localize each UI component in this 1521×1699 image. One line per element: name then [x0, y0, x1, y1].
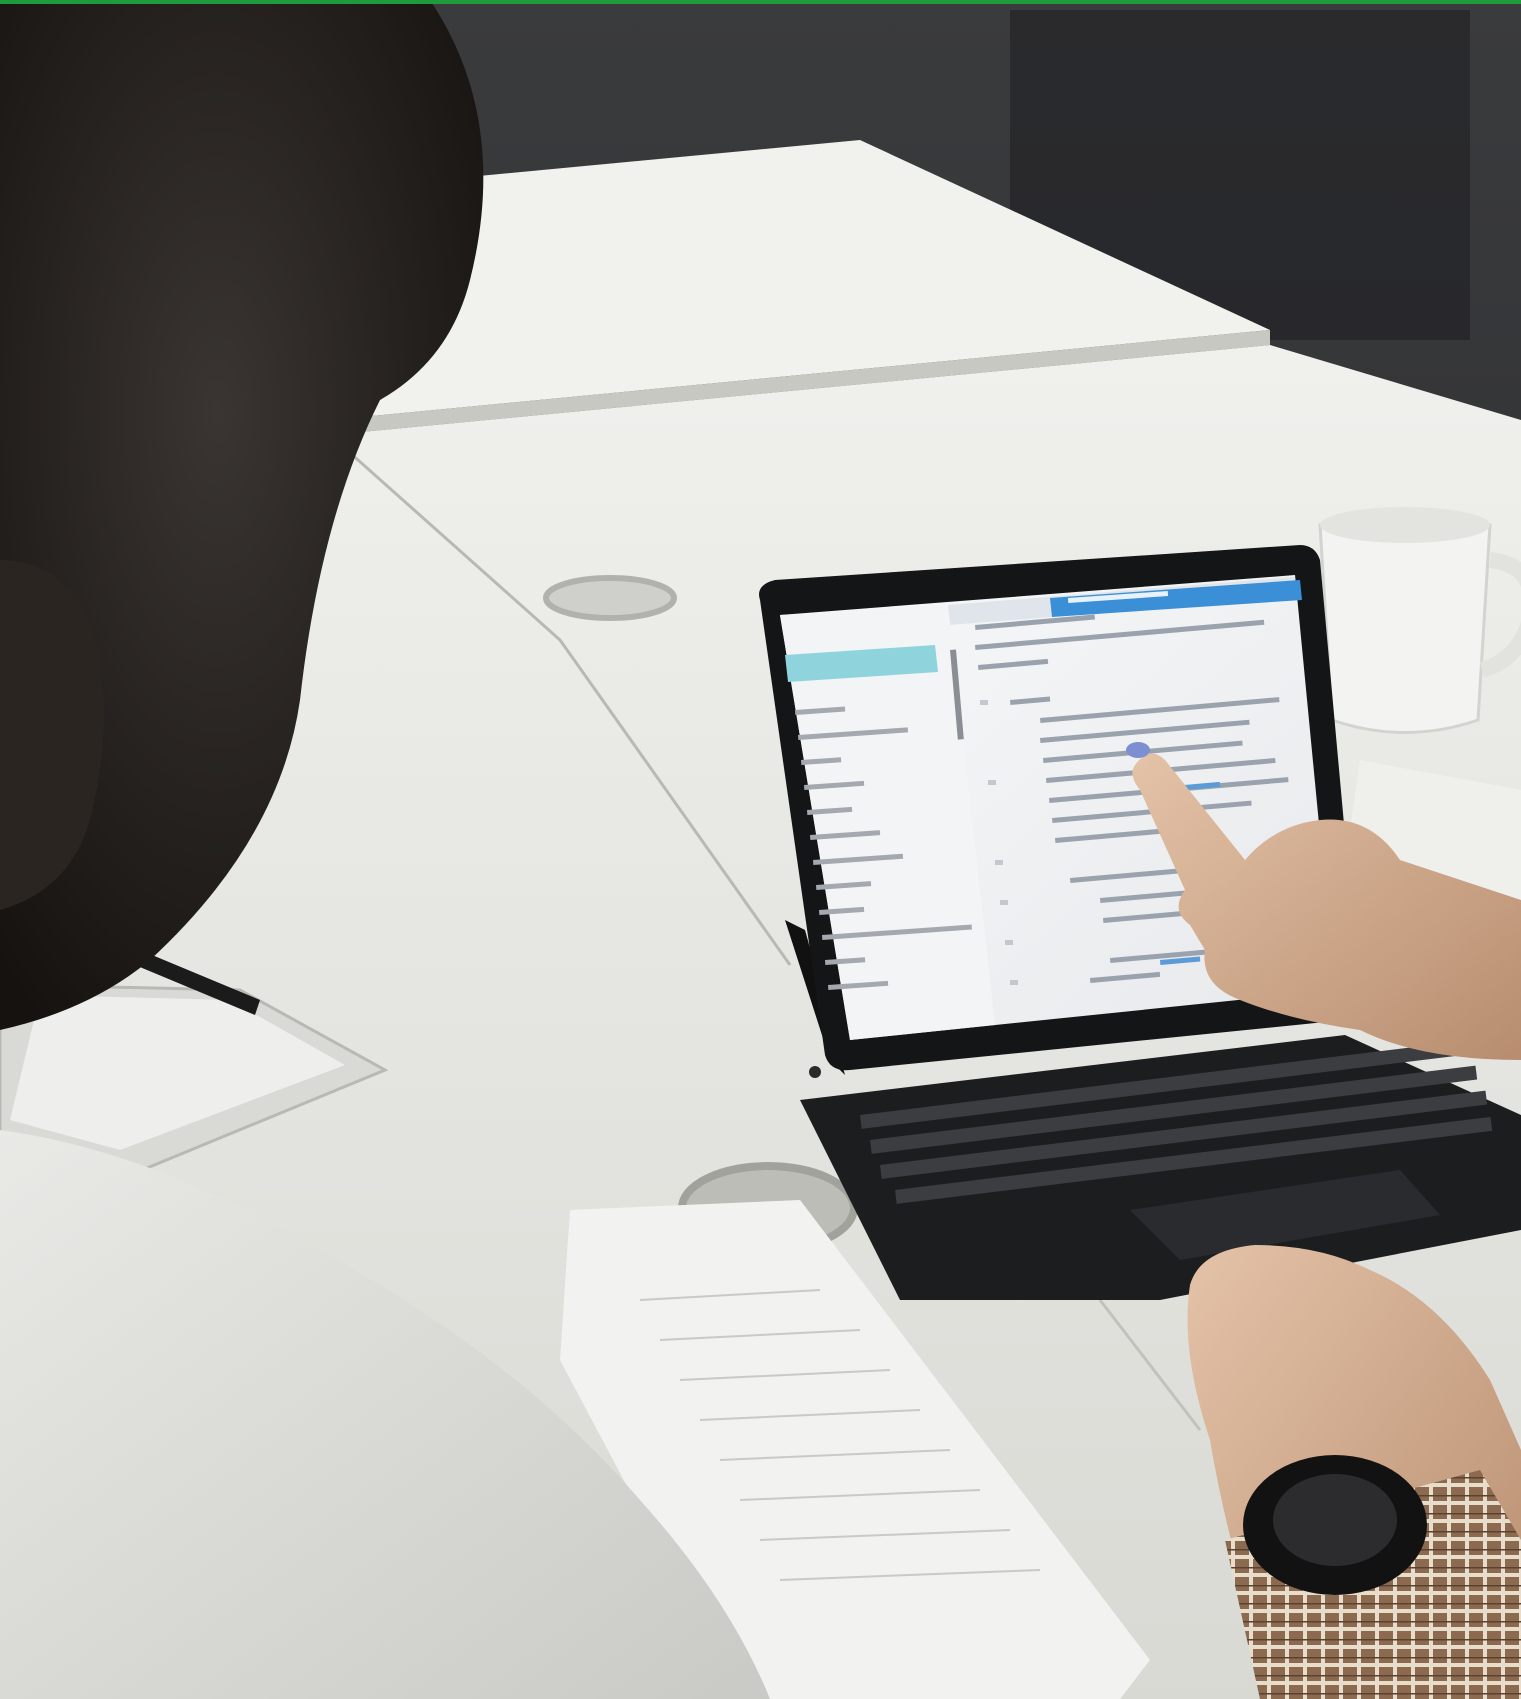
- photo-scene: [0, 0, 1521, 1699]
- mug-rim: [1320, 507, 1490, 543]
- watch-face: [1273, 1474, 1397, 1566]
- coffee-mug: [1318, 523, 1492, 734]
- circle-icon: [809, 1066, 821, 1078]
- top-accent-bar: [0, 0, 1521, 4]
- cable-grommet-back: [543, 575, 677, 621]
- fingernail: [1126, 742, 1150, 758]
- photo-illustration: [0, 0, 1521, 1699]
